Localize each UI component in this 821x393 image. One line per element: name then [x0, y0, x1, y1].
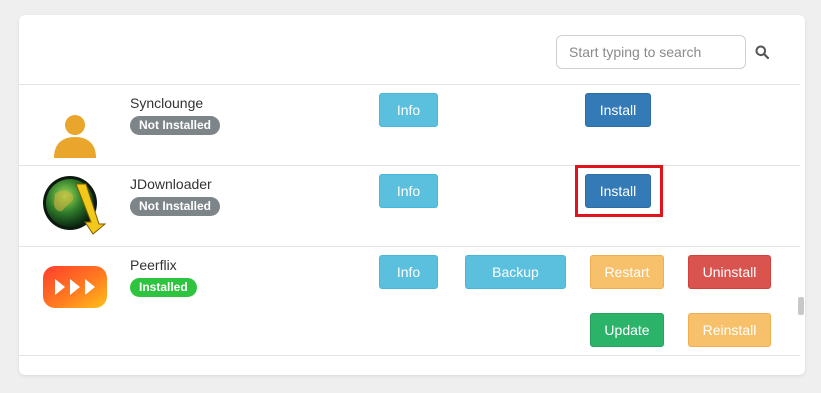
app-row-partial	[19, 356, 800, 375]
jdownloader-globe-icon	[41, 174, 107, 241]
app-name: Synclounge	[130, 95, 204, 111]
search-input[interactable]	[556, 35, 746, 69]
restart-button[interactable]: Restart	[590, 255, 664, 289]
status-badge: Not Installed	[130, 116, 221, 135]
app-name: Peerflix	[130, 257, 177, 273]
scrollbar-thumb[interactable]	[798, 297, 804, 315]
info-button[interactable]: Info	[379, 255, 438, 289]
play-arrows-icon	[43, 266, 107, 313]
info-button[interactable]: Info	[379, 93, 438, 127]
update-button[interactable]: Update	[590, 313, 664, 347]
apps-panel: Synclounge Not Installed Info Install	[19, 15, 805, 375]
user-avatar-icon	[52, 112, 98, 163]
install-button[interactable]: Install	[585, 93, 651, 127]
search-icon[interactable]	[753, 42, 771, 62]
backup-button[interactable]: Backup	[465, 255, 566, 289]
install-button[interactable]: Install	[585, 174, 651, 208]
app-row-synclounge: Synclounge Not Installed Info Install	[19, 85, 800, 166]
reinstall-button[interactable]: Reinstall	[688, 313, 771, 347]
status-badge: Installed	[130, 278, 197, 297]
app-name: JDownloader	[130, 176, 212, 192]
uninstall-button[interactable]: Uninstall	[688, 255, 771, 289]
status-badge: Not Installed	[130, 197, 221, 216]
info-button[interactable]: Info	[379, 174, 438, 208]
app-row-peerflix: Peerflix Installed Info Backup Restart U…	[19, 247, 800, 356]
app-row-jdownloader: JDownloader Not Installed Info Install	[19, 166, 800, 247]
